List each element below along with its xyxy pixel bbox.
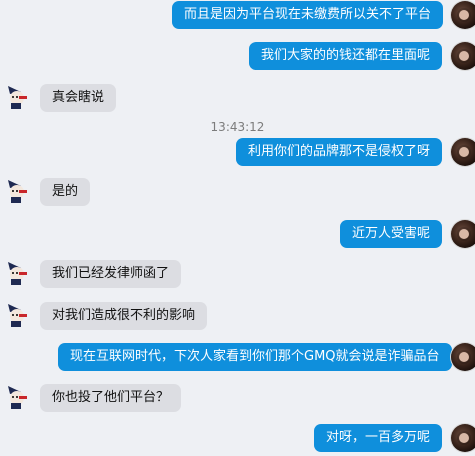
chat-message-row: 我们已经发律师函了 [0,256,475,292]
chat-message-row: 你也投了他们平台？ [0,380,475,416]
chat-window: 而且是因为平台现在未缴费所以关不了平台 我们大家的的钱还都在里面呢 真会瞎说 1… [0,0,475,452]
chat-message-row: 真会瞎说 [0,80,475,116]
chat-message-row: 是的 [0,174,475,210]
message-bubble-self: 近万人受害呢 [340,220,443,248]
message-bubble-bot: 对我们造成很不利的影响 [40,302,208,330]
message-bubble-bot: 我们已经发律师函了 [40,260,182,288]
message-bubble-self: 利用你们的品牌那不是侵权了呀 [236,138,443,166]
message-bubble-self: 而且是因为平台现在未缴费所以关不了平台 [172,1,444,29]
message-bubble-self: 对呀，一百多万呢 [314,424,443,452]
bot-avatar-icon[interactable] [2,382,32,412]
message-bubble-bot: 你也投了他们平台？ [40,384,182,412]
user-avatar[interactable] [451,1,475,29]
chat-message-row: 近万人受害呢 [0,216,475,252]
message-bubble-bot: 是的 [40,178,91,206]
bot-avatar-icon[interactable] [2,300,32,330]
user-avatar[interactable] [451,343,475,371]
user-avatar[interactable] [451,424,475,452]
message-bubble-self: 现在互联网时代，下次人家看到你们那个GMQ就会说是诈骗品台 [58,343,452,371]
chat-message-row: 现在互联网时代，下次人家看到你们那个GMQ就会说是诈骗品台 [0,339,475,375]
chat-message-row: 对呀，一百多万呢 [0,420,475,456]
chat-message-row: 我们大家的的钱还都在里面呢 [0,38,475,74]
message-timestamp: 13:43:12 [210,120,265,134]
chat-message-row: 对我们造成很不利的影响 [0,298,475,334]
bot-avatar-icon[interactable] [2,258,32,288]
message-bubble-bot: 真会瞎说 [40,84,117,112]
user-avatar[interactable] [451,138,475,166]
user-avatar[interactable] [451,42,475,70]
bot-avatar-icon[interactable] [2,82,32,112]
chat-message-row: 利用你们的品牌那不是侵权了呀 [0,134,475,170]
bot-avatar-icon[interactable] [2,176,32,206]
message-bubble-self: 我们大家的的钱还都在里面呢 [249,42,443,70]
user-avatar[interactable] [451,220,475,248]
chat-message-row: 而且是因为平台现在未缴费所以关不了平台 [0,0,475,33]
